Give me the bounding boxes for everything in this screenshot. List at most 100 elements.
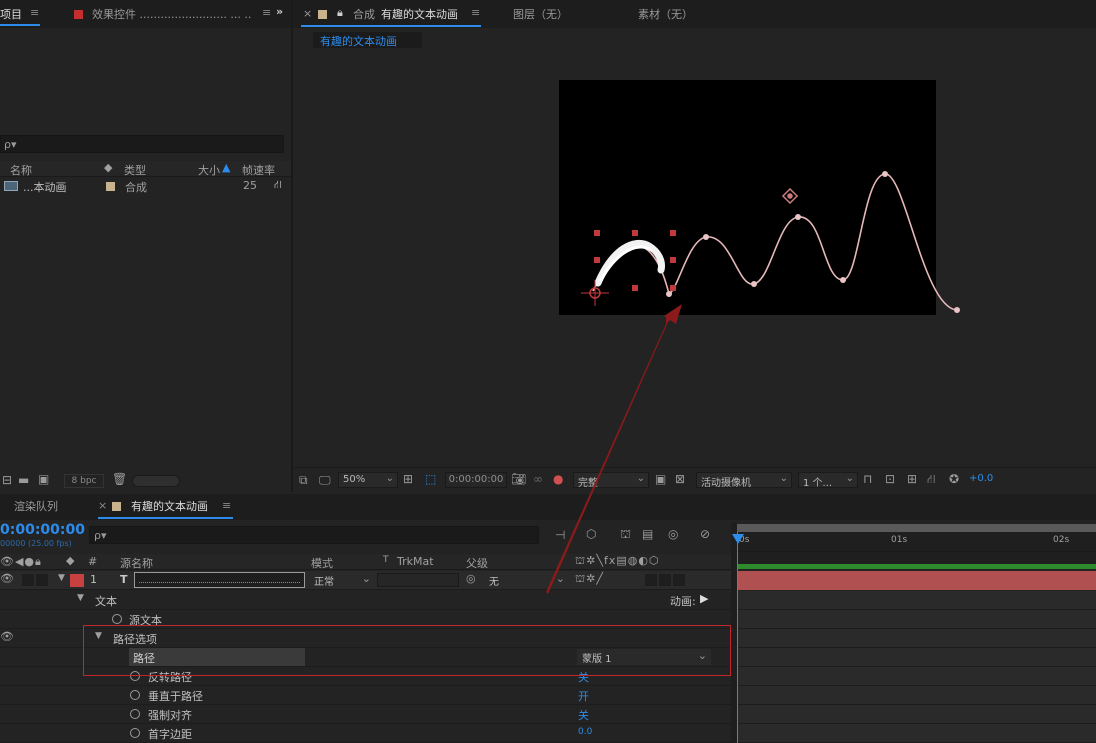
new-folder-icon[interactable]: ▬: [18, 473, 29, 487]
exposure-value[interactable]: +0.0: [969, 473, 993, 484]
layer-duration-bar[interactable]: [737, 571, 1096, 590]
perpendicular-value[interactable]: 开: [578, 688, 589, 704]
av-switches-icons[interactable]: 👁︎◀︎●🔒︎: [0, 555, 42, 569]
always-preview-icon[interactable]: ⧉: [299, 473, 308, 488]
tab-project[interactable]: 项目: [0, 6, 22, 22]
grid-icon[interactable]: ⊞: [403, 472, 413, 486]
layer-switch-values[interactable]: ⛫✲╱: [575, 572, 604, 587]
playhead[interactable]: [737, 532, 738, 743]
motion-blur-icon[interactable]: ◎: [668, 527, 678, 541]
timeline-menu-icon[interactable]: ≡: [222, 499, 231, 512]
time-ruler[interactable]: 0s 01s 02s: [737, 532, 1096, 552]
layer-switches-icons[interactable]: ⛫✲╲fx▤◍◐⬡: [575, 554, 660, 569]
close-tab-icon[interactable]: ×: [98, 499, 107, 512]
draft-3d-icon[interactable]: ⬡: [586, 527, 596, 541]
eye-icon[interactable]: 👁︎: [0, 572, 14, 585]
close-tab-icon[interactable]: ×: [303, 7, 312, 20]
layer-label-color[interactable]: [70, 574, 84, 587]
prop-row-first-margin[interactable]: 首字边距 0.0: [0, 724, 731, 743]
exposure-icon[interactable]: ✪: [949, 472, 959, 486]
current-time-field[interactable]: 0:00:00:00: [445, 472, 507, 488]
force-align-value[interactable]: 关: [578, 707, 589, 723]
prop-row-text[interactable]: ▼ 文本 动画: ▶︎: [0, 591, 731, 610]
col-source-name[interactable]: 源名称: [120, 555, 153, 571]
first-margin-value[interactable]: 0.0: [578, 727, 592, 737]
timeline-icon[interactable]: ⊞: [907, 472, 917, 486]
interpret-footage-icon[interactable]: ⊟: [2, 473, 12, 487]
shy-layers-icon[interactable]: ⛫: [620, 527, 631, 543]
col-fps[interactable]: 帧速率: [242, 162, 275, 178]
label-tag-icon[interactable]: ◆: [104, 161, 112, 174]
project-menu-icon[interactable]: ≡: [30, 6, 39, 19]
fast-previews-icon[interactable]: ⊡: [885, 472, 895, 486]
camera-select[interactable]: 活动摄像机 ⌄: [696, 472, 792, 489]
views-select[interactable]: 1 个... ⌄: [798, 472, 858, 489]
eye-icon[interactable]: 👁︎: [0, 630, 14, 643]
col-type[interactable]: 类型: [124, 162, 146, 178]
comp-mini-flowchart-icon[interactable]: ⊣: [555, 528, 565, 542]
layer-number: 1: [90, 573, 97, 586]
mask-visibility-icon[interactable]: ⬚: [425, 472, 436, 486]
stopwatch-icon[interactable]: [130, 690, 140, 700]
new-comp-icon[interactable]: ▣: [38, 472, 49, 486]
channel-icon[interactable]: ●: [553, 472, 563, 486]
timeline-search-input[interactable]: ρ▾: [89, 526, 539, 544]
stopwatch-icon[interactable]: [130, 728, 140, 738]
panel-overflow-icon[interactable]: »: [276, 5, 283, 18]
col-name[interactable]: 名称: [10, 162, 32, 178]
stopwatch-icon[interactable]: [112, 614, 122, 624]
prop-row-force-align[interactable]: 强制对齐 关: [0, 705, 731, 724]
col-t[interactable]: T: [383, 555, 389, 565]
tab-comp-prefix[interactable]: 合成: [353, 6, 375, 22]
col-mode[interactable]: 模式: [311, 555, 333, 571]
playhead-handle[interactable]: [732, 534, 744, 544]
toggle-pixel-aspect-icon[interactable]: ⊓: [863, 472, 872, 486]
pickwhip-icon[interactable]: ◎: [466, 572, 476, 585]
col-number[interactable]: #: [88, 555, 97, 568]
expand-triangle-icon[interactable]: ▼: [58, 573, 65, 583]
tab-render-queue[interactable]: 渲染队列: [14, 498, 58, 514]
animate-menu-label[interactable]: 动画:: [670, 593, 696, 609]
region-of-interest-icon[interactable]: ▣: [655, 472, 666, 486]
col-parent[interactable]: 父级: [466, 555, 488, 571]
monitor-icon[interactable]: 🖵︎: [319, 473, 331, 488]
timeline-timecode[interactable]: 0:00:00:00: [0, 522, 85, 538]
tab-footage[interactable]: 素材（无）: [638, 6, 693, 22]
show-snapshot-icon[interactable]: ∞: [533, 472, 543, 486]
work-area-bar[interactable]: [737, 524, 1096, 532]
project-item-row[interactable]: ...本动画 合成 25 ⛙: [0, 178, 291, 194]
thumbnail-slider[interactable]: [132, 475, 180, 487]
comp-viewer[interactable]: [293, 50, 1096, 466]
project-search-input[interactable]: ρ▾: [0, 135, 284, 153]
camera-snapshot-icon[interactable]: 📷︎: [511, 472, 526, 486]
zoom-select[interactable]: 50% ⌄: [338, 472, 398, 488]
comp-breadcrumb[interactable]: 有趣的文本动画: [313, 32, 422, 48]
layer-name-field[interactable]: [134, 572, 305, 588]
stopwatch-icon[interactable]: [130, 709, 140, 719]
animate-play-icon[interactable]: ▶︎: [700, 592, 708, 605]
layer-row[interactable]: 👁︎ ▼ 1 T 正常 ⌄ ◎ 无 ⌄ ⛫✲╱: [0, 571, 731, 590]
label-tag-icon[interactable]: ◆: [66, 554, 74, 567]
mode-select[interactable]: 正常 ⌄: [310, 572, 374, 588]
expand-triangle-icon[interactable]: ▼: [77, 593, 84, 603]
tab-timeline-comp[interactable]: 有趣的文本动画: [131, 498, 208, 514]
comp-flowchart-icon[interactable]: ⛙: [927, 472, 935, 488]
comp-menu-icon[interactable]: ≡: [471, 6, 480, 19]
frame-blending-icon[interactable]: ▤: [642, 527, 653, 541]
trash-icon[interactable]: 🗑: [112, 472, 127, 486]
prop-row-perpendicular[interactable]: 垂直于路径 开: [0, 686, 731, 705]
flowchart-icon[interactable]: ⛙: [274, 178, 282, 193]
tab-effects[interactable]: 效果控件 ......................... ... .....…: [92, 6, 252, 22]
lock-icon[interactable]: 🔒︎: [337, 6, 343, 20]
parent-select[interactable]: 无 ⌄: [484, 572, 568, 588]
col-trkmat[interactable]: TrkMat: [397, 555, 434, 568]
trkmat-select[interactable]: [377, 573, 459, 587]
bpc-button[interactable]: 8 bpc: [64, 474, 104, 488]
tab-comp-name[interactable]: 有趣的文本动画: [381, 6, 458, 22]
resolution-select[interactable]: 完整 ⌄: [573, 472, 649, 489]
effects-menu-icon[interactable]: ≡: [262, 6, 271, 19]
transparency-grid-icon[interactable]: ⊠: [675, 472, 685, 486]
col-size[interactable]: 大小: [198, 162, 220, 178]
tab-layer[interactable]: 图层（无）: [513, 6, 568, 22]
graph-editor-icon[interactable]: ⊘: [700, 527, 710, 541]
